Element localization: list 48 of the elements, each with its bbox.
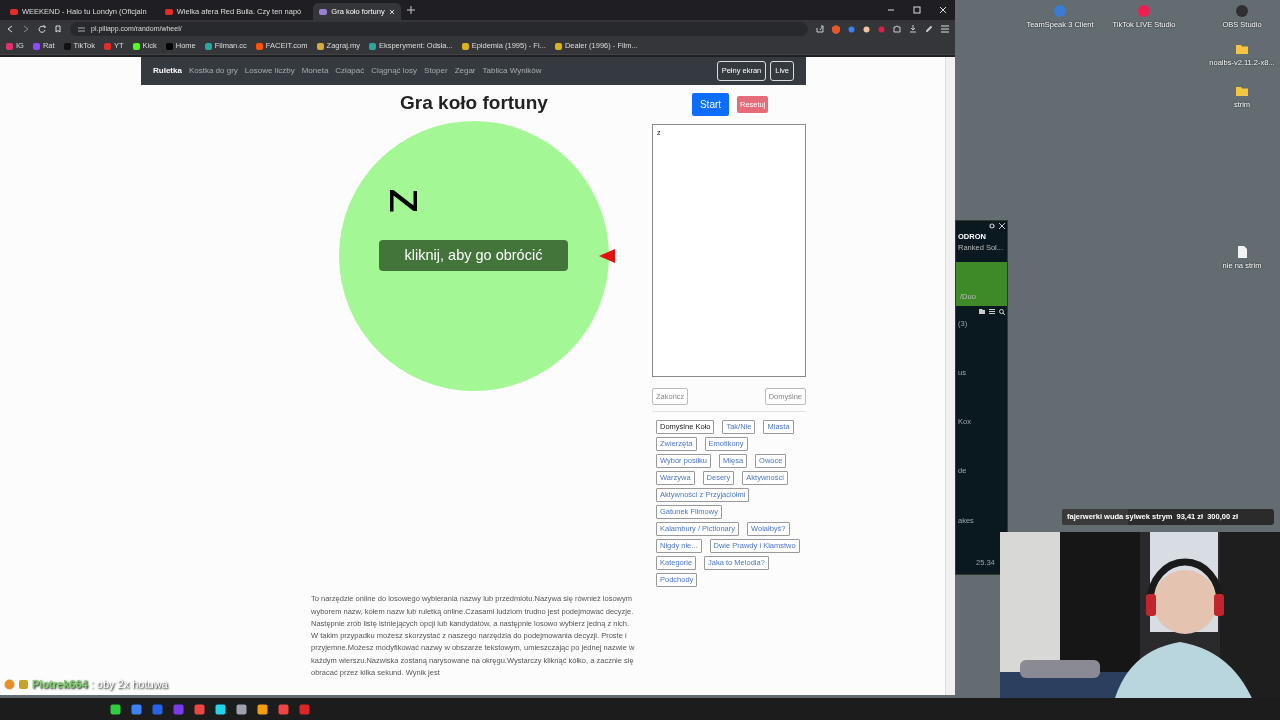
chat-message: : oby 2x hotuwa xyxy=(90,677,168,693)
badge-icon xyxy=(18,678,29,690)
close-icon[interactable] xyxy=(999,223,1005,229)
gear-icon[interactable] xyxy=(989,223,995,229)
nav-link[interactable]: Człapać xyxy=(335,65,365,77)
menu-icon[interactable] xyxy=(941,25,949,33)
nav-link[interactable]: Losowe liczby xyxy=(244,65,295,77)
nav-link[interactable]: Zegar xyxy=(454,65,476,77)
shield-icon[interactable] xyxy=(832,24,840,34)
app-icon[interactable] xyxy=(236,703,247,715)
app-icon[interactable] xyxy=(131,703,142,715)
link-icon[interactable] xyxy=(925,25,933,33)
close-icon[interactable] xyxy=(388,8,395,15)
chat-username: Piotrek664 xyxy=(32,677,88,692)
new-tab-icon[interactable] xyxy=(406,6,415,14)
nav-link[interactable]: Kostka do gry xyxy=(188,65,238,77)
file-icon[interactable] xyxy=(1236,246,1248,258)
download-icon[interactable] xyxy=(909,25,917,33)
reload-icon[interactable] xyxy=(38,25,46,33)
nav-link[interactable]: Tablica Wyników xyxy=(482,65,542,77)
page-title: Gra koło fortuny xyxy=(399,91,549,115)
back-icon[interactable] xyxy=(6,25,14,33)
puzzle-icon[interactable] xyxy=(893,25,901,33)
wheel-label: z xyxy=(382,188,434,214)
forward-icon[interactable] xyxy=(22,25,30,33)
pointer-icon xyxy=(599,249,615,263)
scrollbar[interactable] xyxy=(945,57,955,695)
start-button[interactable]: Start xyxy=(692,93,729,116)
app-icon[interactable] xyxy=(257,703,268,715)
site-settings-icon[interactable] xyxy=(78,25,85,33)
app-icon[interactable] xyxy=(215,703,226,715)
search-icon[interactable] xyxy=(999,308,1005,315)
app-icon[interactable] xyxy=(278,703,289,715)
nav-link[interactable]: Stoper xyxy=(424,65,448,77)
maximize-icon[interactable] xyxy=(913,6,921,14)
badge-icon xyxy=(4,678,15,690)
bookmark-icon[interactable] xyxy=(54,25,62,33)
nav-link[interactable]: Ruletka xyxy=(153,65,182,77)
app-icon[interactable] xyxy=(110,703,121,715)
folder-icon[interactable] xyxy=(979,308,985,314)
close-icon[interactable] xyxy=(939,6,947,14)
nav-link[interactable]: Moneta xyxy=(301,65,329,77)
app-icon[interactable] xyxy=(194,703,205,715)
minimize-icon[interactable] xyxy=(887,6,895,14)
share-icon[interactable] xyxy=(816,25,824,33)
spin-hint[interactable]: kliknij, aby go obrócić xyxy=(379,240,568,271)
list-icon[interactable] xyxy=(989,308,995,314)
nav-link[interactable]: Ciągnąć losy xyxy=(371,65,418,77)
